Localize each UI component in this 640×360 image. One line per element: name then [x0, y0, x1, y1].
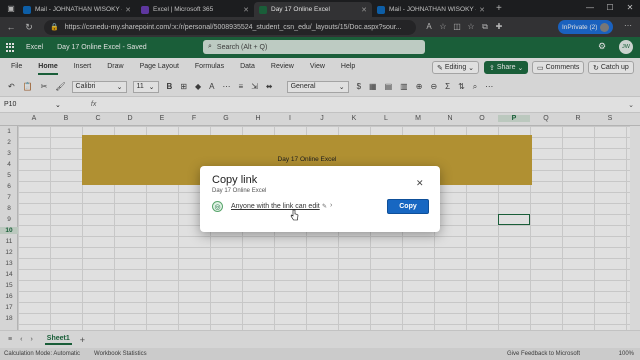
dialog-subtitle: Day 17 Online Excel	[212, 188, 267, 194]
edit-permission-icon: ✎	[322, 204, 328, 210]
close-icon[interactable]: ✕	[416, 178, 424, 189]
globe-icon: ◎	[212, 201, 223, 212]
dialog-title: Copy link	[212, 174, 258, 186]
chevron-right-icon[interactable]: ›	[330, 202, 332, 209]
link-permission-setting[interactable]: Anyone with the link can edit	[231, 203, 320, 210]
copy-link-dialog: Copy link Day 17 Online Excel ✕ ◎ Anyone…	[200, 166, 440, 232]
hand-pointer-icon	[290, 209, 299, 221]
copy-button[interactable]: Copy	[387, 199, 429, 214]
